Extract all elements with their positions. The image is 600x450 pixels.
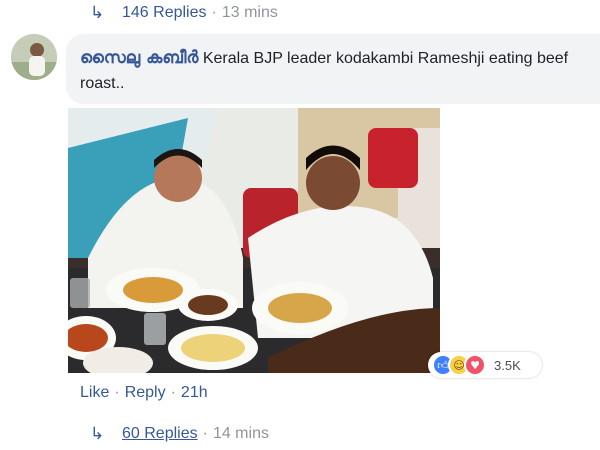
top-replies-row: ↳ 146 Replies · 13 mins [90, 3, 278, 23]
love-icon: ♥ [464, 354, 486, 376]
photo-image [68, 108, 440, 373]
separator: · [114, 384, 120, 401]
replies-time: 14 mins [212, 425, 269, 442]
separator: · [170, 384, 176, 401]
avatar[interactable] [11, 34, 57, 80]
reaction-count: 3.5K [494, 357, 521, 373]
reply-button[interactable]: Reply [125, 384, 166, 402]
bottom-replies-row: ↳ 60 Replies · 14 mins [90, 424, 269, 444]
comment-photo[interactable] [68, 108, 440, 373]
comment-actions: Like · Reply · 21h [80, 384, 208, 402]
comment-body: സൈലു കബീർ Kerala BJP leader kodakambi Ra… [80, 46, 595, 96]
separator: · [202, 425, 208, 442]
replies-link[interactable]: 146 Replies [122, 4, 207, 22]
reply-arrow-icon: ↳ [90, 424, 105, 444]
comment-time[interactable]: 21h [181, 384, 208, 402]
avatar-image [11, 34, 57, 80]
replies-time: 13 mins [221, 4, 278, 21]
separator: · [211, 4, 217, 21]
reply-arrow-icon: ↳ [90, 3, 105, 23]
author-name[interactable]: സൈലു കബീർ [80, 48, 198, 68]
like-button[interactable]: Like [80, 384, 109, 402]
replies-link[interactable]: 60 Replies [122, 425, 198, 443]
reaction-summary[interactable]: 👍︎ ☺ ♥ 3.5K [428, 352, 542, 378]
